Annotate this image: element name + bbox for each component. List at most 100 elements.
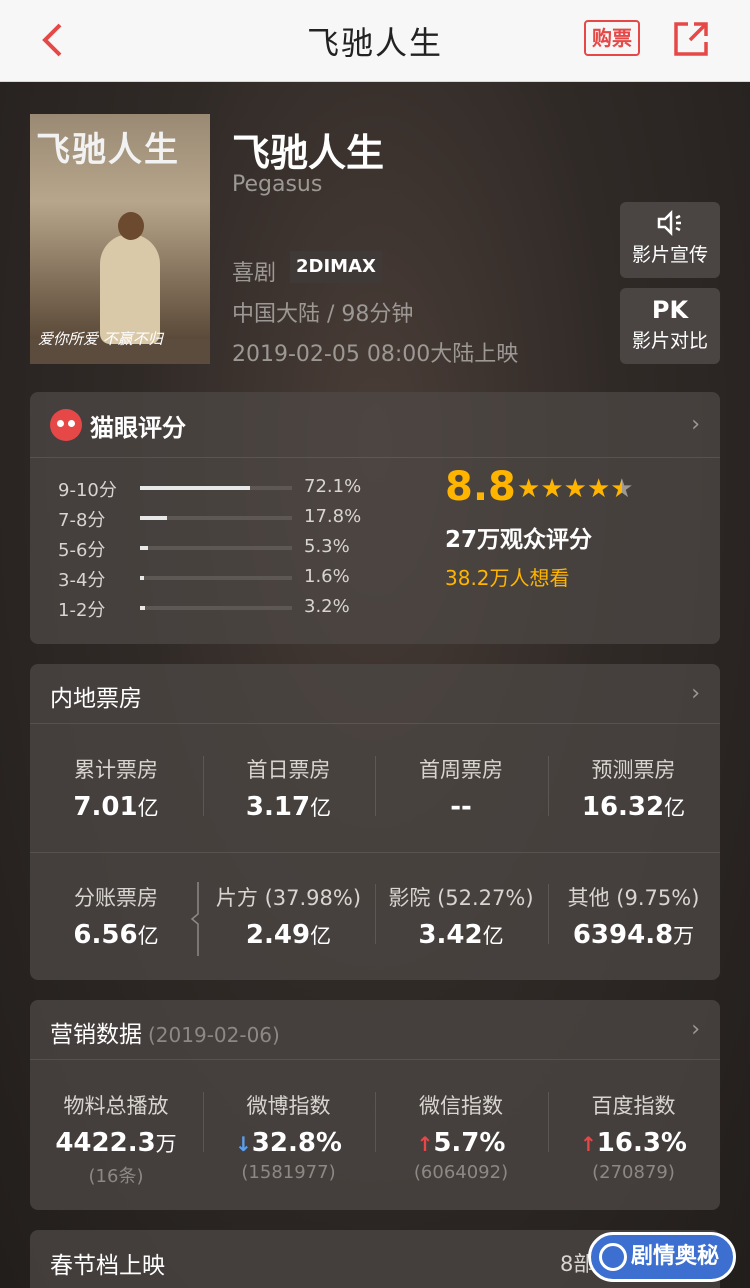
rating-percent: 72.1%: [304, 476, 362, 497]
box-office-card[interactable]: 内地票房 › 累计票房 7.01亿 首日票房 3.17亿 首周票房 -- 预测票房 16.32…: [30, 664, 720, 980]
compare-button-label: 影片对比: [631, 330, 708, 352]
stat-label: 预测票房: [591, 758, 676, 782]
arrow-down-icon: ↓: [235, 1132, 252, 1156]
stat-value: ↑16.3%: [580, 1128, 687, 1158]
compare-button[interactable]: PK 影片对比: [620, 288, 720, 364]
stat-label: 累计票房: [74, 758, 158, 782]
rating-bar-track: [140, 486, 292, 490]
marketing-stat: 物料总播放 4422.3万 (16条): [30, 1090, 202, 1188]
stat-value: ↑5.7%: [416, 1128, 506, 1158]
watermark-logo-icon: [599, 1243, 627, 1271]
box-office-stat: 首周票房 --: [375, 754, 547, 822]
rating-bar-track: [140, 516, 292, 520]
box-office-title: 内地票房: [50, 686, 142, 712]
box-office-stat: 预测票房 16.32亿: [548, 754, 720, 822]
want-to-see-count: 38.2万人想看: [445, 566, 570, 590]
stat-label: 其他 (9.75%): [567, 886, 700, 910]
poster-tagline: 爱你所爱 不赢不归: [38, 330, 163, 348]
format-badge: 2DIMAX: [290, 251, 382, 283]
poster-figure-head: [118, 212, 144, 240]
share-icon[interactable]: [672, 20, 710, 58]
marketing-header[interactable]: 营销数据 (2019-02-06) ›: [30, 1000, 720, 1060]
speaker-icon: [620, 209, 720, 240]
rating-range-label: 7-8分: [58, 510, 106, 531]
box-office-stat: 分账票房 6.56亿: [30, 882, 202, 950]
bracket-icon: [190, 882, 199, 956]
movie-region-duration: 中国大陆 / 98分钟: [232, 302, 414, 327]
box-office-stat: 累计票房 7.01亿: [30, 754, 202, 822]
box-office-stat: 片方 (37.98%) 2.49亿: [203, 882, 375, 950]
divider: [547, 756, 549, 816]
box-office-stat: 影院 (52.27%) 3.42亿: [375, 882, 547, 950]
rating-voters: 27万观众评分: [445, 527, 593, 553]
arrow-up-icon: ↑: [416, 1132, 434, 1156]
star-half-icon: ★: [610, 474, 634, 504]
rating-bar-fill: [140, 576, 144, 580]
rating-card-header[interactable]: 猫眼评分 ›: [30, 392, 720, 458]
rating-bar-fill: [140, 516, 168, 520]
divider: [30, 852, 720, 853]
box-office-header[interactable]: 内地票房 ›: [30, 664, 720, 724]
promo-button[interactable]: 影片宣传: [620, 202, 720, 278]
divider: [547, 1092, 549, 1152]
stat-sub-value: (16条): [88, 1166, 144, 1187]
marketing-date: (2019-02-06): [148, 1023, 280, 1047]
pk-icon: PK: [651, 296, 689, 324]
rating-score: 8.8: [445, 464, 516, 510]
stat-label: 百度指数: [591, 1094, 676, 1118]
spring-festival-title: 春节档上映: [50, 1253, 165, 1279]
stat-label: 首日票房: [246, 758, 331, 782]
stat-label: 片方 (37.98%): [215, 886, 362, 910]
stat-value: 2.49亿: [245, 920, 332, 950]
stat-label: 影院 (52.27%): [388, 886, 534, 910]
rating-bar-fill: [140, 486, 250, 490]
watermark-text: 剧情奥秘: [631, 1244, 720, 1269]
rating-bar-track: [140, 606, 292, 610]
star-icon: ★: [540, 474, 564, 504]
chevron-right-icon[interactable]: ›: [691, 412, 700, 437]
watermark-badge: 剧情奥秘: [588, 1232, 736, 1282]
stat-label: 微信指数: [419, 1094, 503, 1118]
stat-value: 16.32亿: [581, 792, 686, 822]
stat-sub-value: (6064092): [413, 1162, 509, 1183]
stat-value: 3.42亿: [418, 920, 504, 950]
marketing-title: 营销数据 (2019-02-06): [50, 1022, 280, 1048]
rating-range-label: 5-6分: [58, 540, 106, 561]
movie-english-title: Pegasus: [232, 172, 323, 197]
star-icon: ★: [517, 474, 541, 504]
rating-bar-track: [140, 576, 292, 580]
stat-value: 6.56亿: [73, 920, 159, 950]
rating-stars: ★★★★★: [517, 474, 634, 504]
stat-value: 7.01亿: [73, 792, 159, 822]
marketing-stat: 微博指数 ↓32.8% (1581977): [203, 1090, 375, 1183]
marketing-stat: 微信指数 ↑5.7% (6064092): [375, 1090, 547, 1183]
top-nav-bar: 飞驰人生 购票: [0, 0, 750, 82]
rating-percent: 1.6%: [304, 566, 350, 587]
maoyan-cat-icon: [50, 409, 82, 441]
stat-value: 3.17亿: [245, 792, 332, 822]
rating-card[interactable]: 猫眼评分 › 9-10分 72.1% 7-8分 17.8% 5-6分 5.3% 3-4分 1.…: [30, 392, 720, 644]
movie-poster[interactable]: 飞驰人生 爱你所爱 不赢不归: [30, 114, 210, 364]
stat-value: 6394.8万: [572, 920, 695, 950]
divider: [547, 884, 549, 944]
stat-label: 首周票房: [419, 758, 503, 782]
stat-sub-value: (1581977): [241, 1162, 336, 1183]
box-office-stat: 首日票房 3.17亿: [203, 754, 375, 822]
marketing-card[interactable]: 营销数据 (2019-02-06) › 物料总播放 4422.3万 (16条) 微博指数…: [30, 1000, 720, 1210]
rating-range-label: 1-2分: [58, 600, 106, 621]
divider: [375, 884, 376, 944]
rating-percent: 5.3%: [304, 536, 350, 557]
divider: [375, 1092, 376, 1152]
movie-genre: 喜剧: [232, 261, 277, 286]
chevron-right-icon[interactable]: ›: [691, 1017, 700, 1042]
rating-bar-fill: [140, 546, 149, 550]
stat-value: ↓32.8%: [235, 1128, 342, 1158]
stat-value: 4422.3万: [55, 1128, 177, 1158]
divider: [375, 756, 376, 816]
star-icon: ★: [586, 474, 611, 504]
movie-release-date: 2019-02-05 08:00大陆上映: [232, 342, 519, 367]
chevron-right-icon[interactable]: ›: [691, 681, 700, 706]
rating-range-label: 9-10分: [58, 480, 117, 501]
buy-ticket-button[interactable]: 购票: [584, 20, 640, 56]
marketing-stat: 百度指数 ↑16.3% (270879): [548, 1090, 720, 1183]
